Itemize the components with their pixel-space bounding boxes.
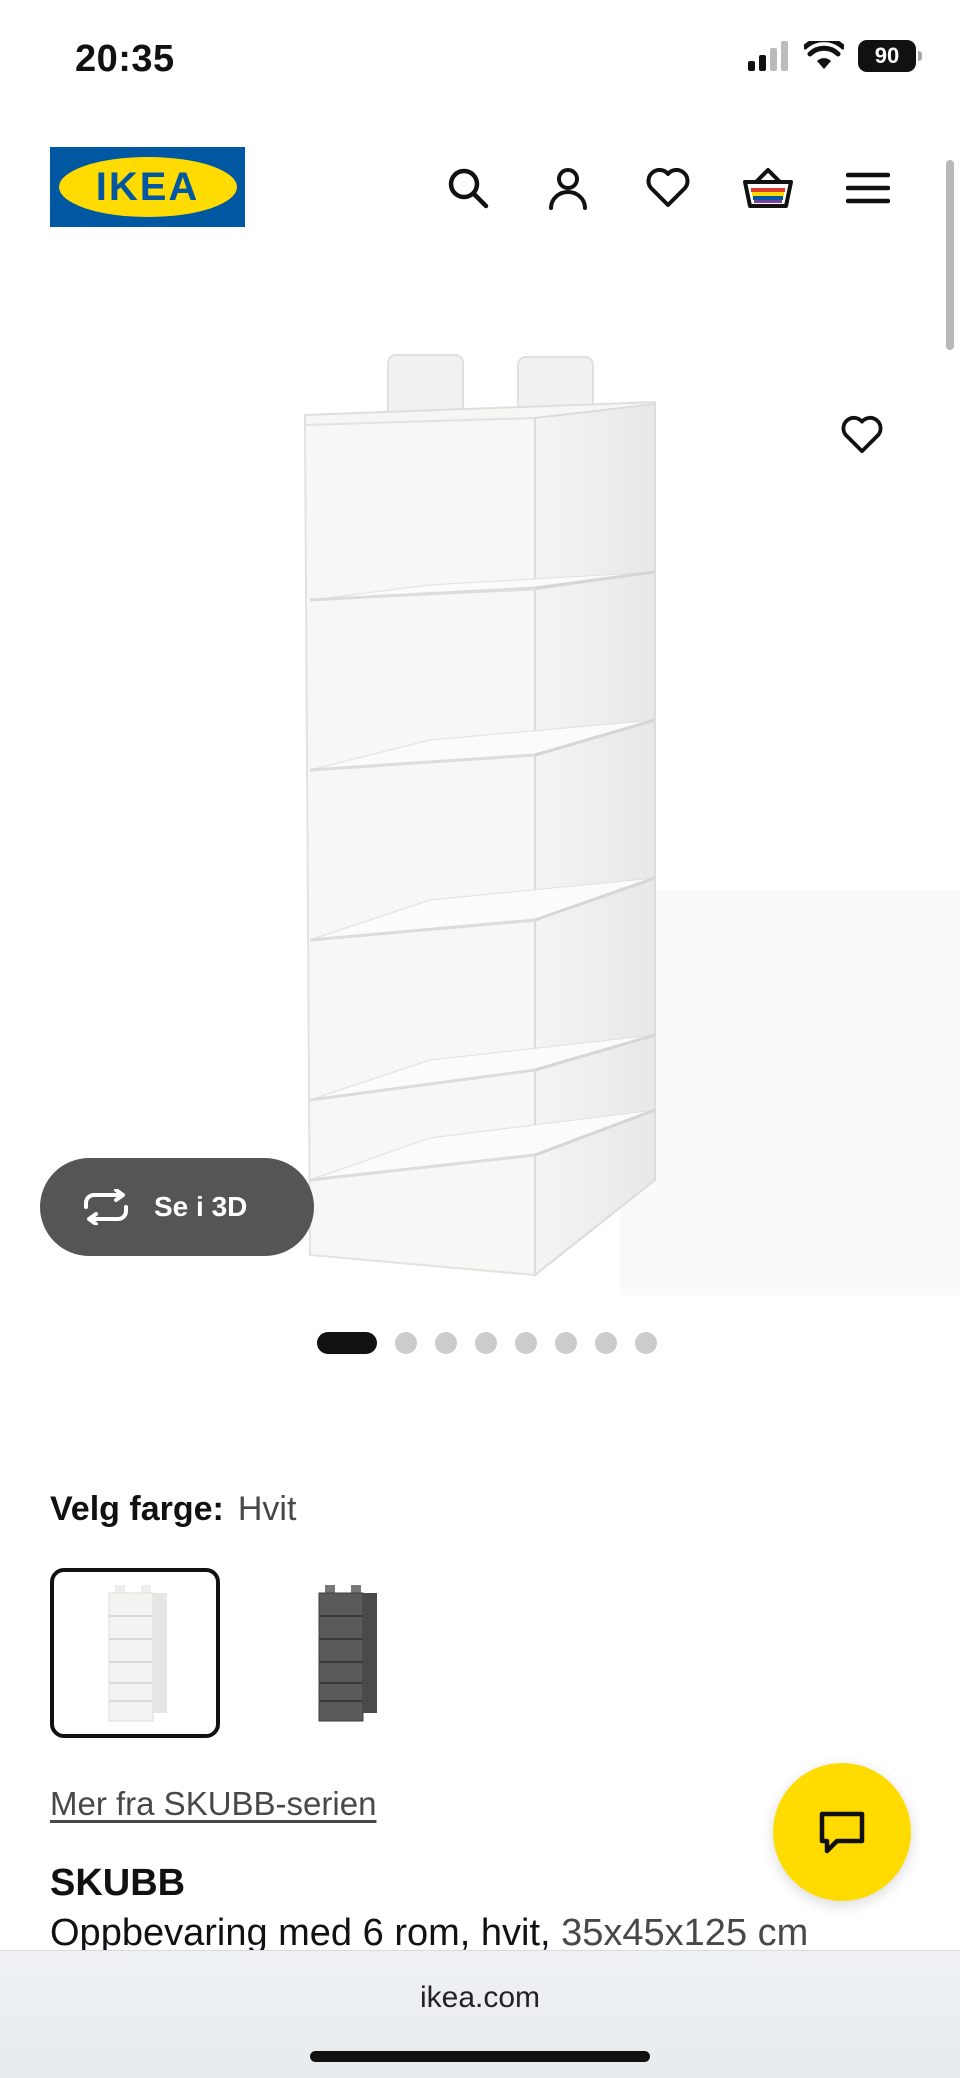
menu-button[interactable] xyxy=(840,160,896,216)
carousel-dot[interactable] xyxy=(475,1332,497,1354)
basket-icon xyxy=(743,168,793,208)
color-label: Velg farge: xyxy=(50,1490,224,1528)
see-in-3d-label: Se i 3D xyxy=(154,1191,248,1222)
rotate-3d-icon xyxy=(84,1189,128,1225)
site-header: IKEA xyxy=(0,140,960,240)
header-nav xyxy=(440,160,896,216)
ikea-logo[interactable]: IKEA xyxy=(50,147,245,227)
carousel-dots xyxy=(0,1332,960,1354)
battery-icon: 90 xyxy=(858,40,922,72)
swatch-dark-grey[interactable] xyxy=(260,1568,430,1738)
search-icon xyxy=(448,168,489,209)
add-to-favourites-button[interactable] xyxy=(835,408,889,462)
product-media: Se i 3D xyxy=(0,300,960,1300)
carousel-dot[interactable] xyxy=(555,1332,577,1354)
carousel-dot[interactable] xyxy=(635,1332,657,1354)
battery-level: 90 xyxy=(874,43,900,68)
logo-oval: IKEA xyxy=(58,157,237,217)
carousel-dot[interactable] xyxy=(395,1332,417,1354)
account-button[interactable] xyxy=(540,160,596,216)
carousel-dot[interactable] xyxy=(595,1332,617,1354)
carousel-dot[interactable] xyxy=(515,1332,537,1354)
status-icons: 90 xyxy=(748,40,922,72)
carousel-dot[interactable] xyxy=(317,1332,377,1354)
product-dimensions: 35x45x125 cm xyxy=(561,1912,809,1954)
status-bar: 20:35 90 xyxy=(0,0,960,120)
menu-icon xyxy=(846,172,890,204)
color-swatches xyxy=(50,1568,430,1738)
product-name: SKUBB xyxy=(50,1862,186,1904)
swatch-dark-grey-thumbnail xyxy=(318,1585,377,1722)
account-icon xyxy=(549,168,587,210)
wifi-icon xyxy=(804,41,844,69)
swatch-white-thumbnail xyxy=(108,1585,167,1722)
series-link[interactable]: Mer fra SKUBB-serien xyxy=(50,1785,376,1823)
swatch-white[interactable] xyxy=(50,1568,220,1738)
chat-button[interactable] xyxy=(773,1763,911,1901)
product-description-text: Oppbevaring med 6 rom, hvit, xyxy=(50,1912,551,1954)
heart-icon xyxy=(841,415,883,454)
product-description: Oppbevaring med 6 rom, hvit, 35x45x125 c… xyxy=(50,1912,808,1955)
carousel-dot[interactable] xyxy=(435,1332,457,1354)
chat-icon xyxy=(819,1811,865,1854)
see-in-3d-button[interactable]: Se i 3D xyxy=(40,1158,314,1256)
search-button[interactable] xyxy=(440,160,496,216)
color-selector-label: Velg farge: Hvit xyxy=(50,1490,296,1529)
color-value: Hvit xyxy=(237,1490,297,1528)
home-indicator[interactable] xyxy=(310,2051,650,2062)
logo-text: IKEA xyxy=(95,164,200,209)
signal-icon xyxy=(748,41,788,71)
browser-address-bar: ikea.com xyxy=(0,1950,960,2078)
url-text[interactable]: ikea.com xyxy=(0,1981,960,2015)
heart-icon xyxy=(646,168,690,207)
status-time: 20:35 xyxy=(75,38,175,80)
wishlist-button[interactable] xyxy=(640,160,696,216)
basket-button[interactable] xyxy=(740,160,796,216)
product-image[interactable] xyxy=(0,300,960,1300)
